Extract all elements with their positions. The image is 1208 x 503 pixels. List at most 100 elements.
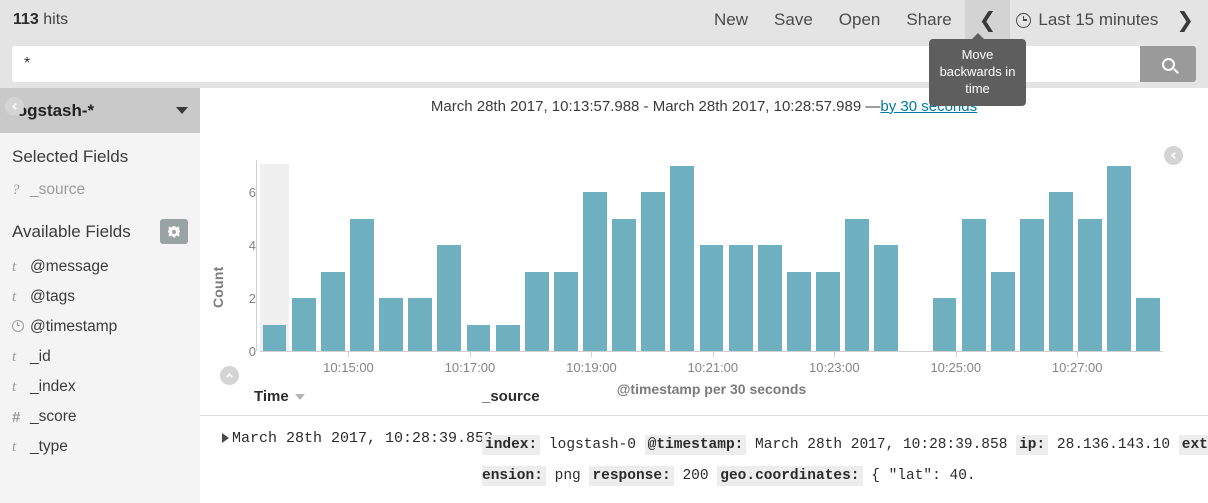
y-tick-label: 2 bbox=[248, 291, 256, 307]
field-label: _id bbox=[30, 348, 51, 365]
save-button[interactable]: Save bbox=[761, 0, 826, 40]
bar[interactable] bbox=[990, 271, 1015, 351]
hits-count: 113 bbox=[13, 11, 39, 28]
sidebar-field-score[interactable]: # _score bbox=[0, 402, 200, 432]
bar[interactable] bbox=[961, 218, 986, 351]
x-tick-label: 10:19:00 bbox=[566, 360, 617, 375]
bar[interactable] bbox=[1136, 298, 1161, 351]
field-label: _source bbox=[30, 181, 86, 198]
search-icon bbox=[1161, 57, 1175, 71]
bar[interactable] bbox=[1019, 218, 1044, 351]
bar[interactable] bbox=[553, 271, 578, 351]
chart-range-text: March 28th 2017, 10:13:57.988 - March 28… bbox=[430, 97, 881, 115]
bar[interactable] bbox=[1049, 192, 1073, 351]
y-axis: 0 2 4 6 bbox=[230, 160, 257, 359]
bar[interactable] bbox=[466, 324, 491, 351]
top-toolbar: 113 hits New Save Open Share ❮ Last 15 m… bbox=[0, 0, 1208, 40]
x-tick-mark bbox=[712, 351, 714, 357]
bar[interactable] bbox=[641, 192, 666, 351]
string-type-icon: t bbox=[12, 438, 17, 455]
bar[interactable] bbox=[670, 166, 695, 351]
bar[interactable] bbox=[874, 245, 899, 351]
field-label: @message bbox=[30, 258, 109, 275]
selected-fields-label: Selected Fields bbox=[12, 147, 129, 166]
bar[interactable] bbox=[1107, 166, 1132, 351]
collapse-sidebar-button[interactable] bbox=[5, 97, 24, 116]
y-axis-title: Count bbox=[210, 266, 226, 308]
bar[interactable] bbox=[699, 245, 724, 351]
bar[interactable] bbox=[786, 271, 811, 351]
bar[interactable] bbox=[728, 245, 753, 351]
document-table: Time _source March 28th 2017, 10:28:39.8… bbox=[200, 388, 1208, 492]
index-pattern-selector[interactable]: logstash-* bbox=[0, 88, 200, 133]
y-tick-label: 0 bbox=[248, 344, 256, 359]
time-range-label: Last 15 minutes bbox=[1038, 10, 1159, 29]
x-tick-mark bbox=[1077, 351, 1079, 357]
bar[interactable] bbox=[757, 245, 782, 351]
sidebar-field-index[interactable]: t _index bbox=[0, 372, 200, 402]
search-button[interactable] bbox=[1140, 46, 1196, 82]
bar[interactable] bbox=[350, 218, 374, 351]
x-tick-mark bbox=[348, 351, 350, 357]
field-label: _type bbox=[30, 438, 68, 455]
bar[interactable] bbox=[816, 271, 840, 351]
bar[interactable] bbox=[524, 271, 549, 351]
bar[interactable] bbox=[320, 271, 345, 351]
source-field-value: { "lat": 40. bbox=[862, 468, 976, 484]
source-field-key: @timestamp: bbox=[644, 435, 747, 455]
bar[interactable] bbox=[379, 298, 403, 351]
new-button[interactable]: New bbox=[701, 0, 761, 40]
source-field-key: ip: bbox=[1016, 435, 1049, 455]
source-field-key: geo.coordinates: bbox=[717, 466, 863, 486]
open-button[interactable]: Open bbox=[826, 0, 894, 40]
number-type-icon: # bbox=[12, 408, 21, 426]
sidebar-field-id[interactable]: t _id bbox=[0, 342, 200, 372]
sidebar-field-message[interactable]: t @message bbox=[0, 252, 200, 282]
table-header-row: Time _source bbox=[200, 388, 1208, 416]
sidebar-field-type[interactable]: t _type bbox=[0, 432, 200, 462]
unknown-type-icon: ? bbox=[12, 181, 20, 198]
sort-caret-icon[interactable] bbox=[294, 393, 305, 400]
field-sidebar: logstash-* Selected Fields ? _source Ava… bbox=[0, 88, 200, 503]
table-row: March 28th 2017, 10:28:39.858 index: log… bbox=[200, 416, 1208, 492]
bar[interactable] bbox=[845, 218, 870, 351]
expand-caret-icon[interactable] bbox=[222, 433, 229, 443]
x-axis-line bbox=[260, 351, 1163, 352]
field-label: _index bbox=[30, 378, 76, 395]
cell-time: March 28th 2017, 10:28:39.858 bbox=[232, 430, 494, 447]
tooltip-text: Move backwards in time bbox=[939, 47, 1016, 96]
bar[interactable] bbox=[1078, 218, 1103, 351]
available-fields-label: Available Fields bbox=[12, 221, 131, 241]
column-time-label: Time bbox=[254, 388, 289, 405]
tooltip-arrow bbox=[970, 33, 985, 40]
cell-source: index: logstash-0 @timestamp: March 28th… bbox=[482, 430, 1208, 492]
gear-icon[interactable] bbox=[160, 219, 188, 244]
share-button[interactable]: Share bbox=[893, 0, 964, 40]
x-tick-mark bbox=[834, 351, 836, 357]
bar[interactable] bbox=[583, 192, 607, 351]
string-type-icon: t bbox=[12, 288, 17, 305]
bar[interactable] bbox=[495, 324, 520, 351]
plot-area bbox=[260, 164, 1163, 351]
column-source: _source bbox=[482, 388, 540, 405]
collapse-chart-right-button[interactable] bbox=[1164, 146, 1183, 165]
bar[interactable] bbox=[932, 298, 957, 351]
time-picker-button[interactable]: Last 15 minutes bbox=[1010, 0, 1166, 40]
string-type-icon: t bbox=[12, 258, 17, 275]
chevron-right-icon[interactable]: ❯ bbox=[1166, 0, 1208, 40]
collapse-chart-button[interactable] bbox=[220, 366, 239, 385]
bar-series bbox=[260, 164, 1163, 351]
bar[interactable] bbox=[408, 298, 433, 351]
chevron-down-icon bbox=[176, 107, 188, 114]
bar[interactable] bbox=[612, 218, 637, 351]
sidebar-field-timestamp[interactable]: @timestamp bbox=[0, 312, 200, 342]
column-source-label: _source bbox=[482, 388, 540, 405]
tooltip: Move backwards in time bbox=[929, 33, 1026, 106]
x-tick-mark bbox=[955, 351, 957, 357]
sidebar-field-tags[interactable]: t @tags bbox=[0, 282, 200, 312]
bar[interactable] bbox=[291, 298, 316, 351]
bar[interactable] bbox=[262, 324, 287, 351]
bar[interactable] bbox=[437, 245, 462, 351]
sidebar-field-_source[interactable]: ? _source bbox=[0, 175, 200, 205]
y-axis-line bbox=[256, 160, 257, 351]
